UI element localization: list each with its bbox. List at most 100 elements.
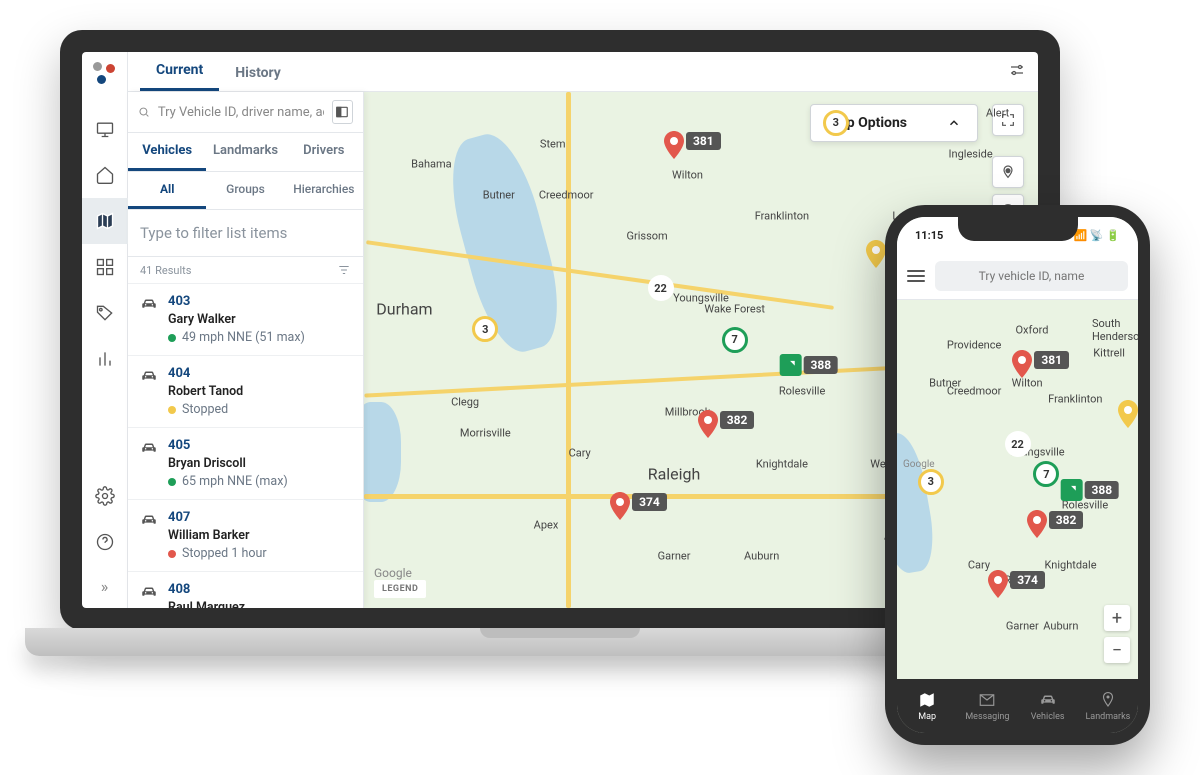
map-provider-label: Google: [374, 566, 412, 580]
vehicle-status: Stopped 1 hour: [168, 546, 267, 561]
panel-toggle-icon[interactable]: [332, 100, 353, 124]
tab-history[interactable]: History: [219, 65, 297, 91]
map-cluster[interactable]: 3: [823, 110, 849, 136]
vehicle-item[interactable]: 407 William Barker Stopped 1 hour: [128, 500, 363, 572]
vehicle-item[interactable]: 403 Gary Walker 49 mph NNE (51 max): [128, 284, 363, 356]
vehicle-id: 407: [168, 510, 267, 525]
city-label: Franklinton: [1048, 392, 1102, 405]
filter-icon[interactable]: [337, 263, 351, 277]
nav-help-icon[interactable]: [82, 519, 128, 565]
vehicle-list: 403 Gary Walker 49 mph NNE (51 max) 404 …: [128, 284, 363, 608]
city-label: Raleigh: [648, 464, 701, 483]
filter-input[interactable]: [128, 210, 363, 257]
map-pin[interactable]: 381: [1010, 349, 1034, 383]
city-label: Alert: [986, 106, 1009, 119]
results-count: 41 Results: [140, 264, 191, 277]
map-pin[interactable]: 382: [1025, 509, 1049, 543]
phone-tab-bar: Map Messaging Vehicles Landmarks: [897, 679, 1138, 733]
map-cluster[interactable]: 22: [1005, 431, 1031, 457]
nav-rail: »: [82, 52, 128, 608]
city-label: Auburn: [1043, 619, 1078, 632]
vehicle-driver: Bryan Driscoll: [168, 456, 288, 471]
map-pin[interactable]: 374: [608, 491, 632, 525]
city-label: South Henderson: [1092, 317, 1138, 343]
vehicle-item[interactable]: 408 Raul Marquez 16 mph SSW (25 max): [128, 572, 363, 608]
zoom-in-icon[interactable]: +: [1104, 605, 1130, 631]
city-label: Creedmoor: [539, 189, 594, 202]
panel-tab-landmarks[interactable]: Landmarks: [206, 133, 284, 171]
map-pin[interactable]: 382: [696, 409, 720, 443]
vehicle-status: Stopped: [168, 402, 243, 417]
phone-time: 11:15: [915, 229, 943, 242]
city-label: Clegg: [451, 395, 479, 408]
side-panel: Vehicles Landmarks Drivers All Groups Hi…: [128, 92, 364, 608]
city-label: Garner: [1006, 619, 1039, 632]
city-label: Cary: [569, 447, 591, 460]
city-label: Ingleside: [949, 147, 993, 160]
settings-sliders-icon[interactable]: [1008, 61, 1026, 83]
city-label: Morrisville: [460, 426, 511, 439]
vehicle-id: 404: [168, 366, 243, 381]
nav-map-icon[interactable]: [82, 198, 128, 244]
subtab-all[interactable]: All: [128, 172, 206, 209]
car-icon: [140, 583, 158, 601]
phone-status-icons: 📶 📡 🔋: [1073, 229, 1120, 242]
search-icon: [138, 104, 150, 120]
nav-collapse-icon[interactable]: »: [89, 565, 121, 608]
city-label: Franklinton: [755, 209, 809, 222]
panel-tab-drivers[interactable]: Drivers: [285, 133, 363, 171]
nav-reports-icon[interactable]: [82, 336, 128, 382]
map-cluster[interactable]: 3: [472, 316, 498, 342]
subtab-hierarchies[interactable]: Hierarchies: [285, 172, 363, 209]
city-label: Providence: [947, 339, 1001, 352]
city-label: Apex: [534, 519, 559, 532]
nav-monitor-icon[interactable]: [82, 106, 128, 152]
phone-tab-map[interactable]: Map: [897, 679, 957, 733]
panel-tab-vehicles[interactable]: Vehicles: [128, 133, 206, 171]
map-cluster[interactable]: 7: [722, 327, 748, 353]
city-label: Kittrell: [1093, 347, 1125, 360]
vehicle-item[interactable]: 404 Robert Tanod Stopped: [128, 356, 363, 428]
city-label: Knightdale: [756, 457, 808, 470]
vehicle-item[interactable]: 405 Bryan Driscoll 65 mph NNE (max): [128, 428, 363, 500]
vehicle-status: 65 mph NNE (max): [168, 474, 288, 489]
locate-icon[interactable]: [992, 156, 1024, 188]
city-label: Butner: [483, 189, 515, 202]
city-label: Grissom: [626, 230, 667, 243]
phone-tab-messaging[interactable]: Messaging: [957, 679, 1017, 733]
subtab-groups[interactable]: Groups: [206, 172, 284, 209]
city-label: Bahama: [411, 158, 452, 171]
city-label: Durham: [376, 299, 432, 318]
search-input[interactable]: [158, 105, 324, 120]
phone-search-input[interactable]: [935, 261, 1128, 291]
map-pin[interactable]: 401: [1116, 399, 1138, 433]
map-pin[interactable]: 388: [780, 354, 839, 376]
tab-current[interactable]: Current: [140, 62, 219, 91]
map-pin[interactable]: 388: [1060, 479, 1119, 501]
map-cluster[interactable]: 3: [918, 469, 944, 495]
map-cluster[interactable]: 22: [648, 275, 674, 301]
phone-tab-landmarks[interactable]: Landmarks: [1078, 679, 1138, 733]
phone-map-canvas[interactable]: Google + − RaleighCaryGarnerAuburnKnight…: [897, 300, 1138, 679]
map-legend-button[interactable]: LEGEND: [374, 580, 426, 598]
city-label: Wilton: [672, 168, 703, 181]
nav-settings-icon[interactable]: [82, 473, 128, 519]
city-label: Youngsville: [673, 292, 729, 305]
nav-dashboard-icon[interactable]: [82, 244, 128, 290]
vehicle-driver: Raul Marquez: [168, 600, 306, 608]
city-label: Auburn: [744, 550, 779, 563]
menu-icon[interactable]: [907, 270, 925, 282]
phone-tab-vehicles[interactable]: Vehicles: [1018, 679, 1078, 733]
map-pin[interactable]: 374: [986, 569, 1010, 603]
vehicle-id: 403: [168, 294, 305, 309]
zoom-out-icon[interactable]: −: [1104, 637, 1130, 663]
map-cluster[interactable]: 7: [1033, 461, 1059, 487]
map-pin[interactable]: 381: [662, 130, 686, 164]
nav-tag-icon[interactable]: [82, 290, 128, 336]
vehicle-status: 49 mph NNE (51 max): [168, 330, 305, 345]
app-logo-icon: [93, 62, 117, 86]
vehicle-id: 405: [168, 438, 288, 453]
nav-home-icon[interactable]: [82, 152, 128, 198]
car-icon: [140, 367, 158, 385]
city-label: Oxford: [1015, 324, 1048, 337]
